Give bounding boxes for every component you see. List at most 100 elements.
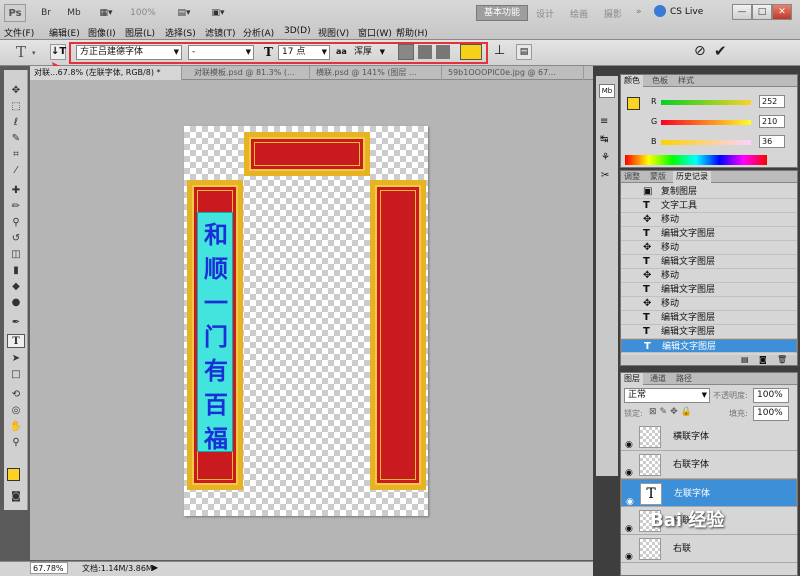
history-item[interactable]: ✥ 移动 bbox=[621, 269, 797, 283]
green-value-input[interactable]: 210 bbox=[759, 115, 785, 128]
foreground-color-swatch[interactable] bbox=[7, 468, 20, 481]
screen-mode-icon[interactable]: ▣▾ bbox=[206, 5, 230, 21]
close-button[interactable]: ✕ bbox=[772, 4, 792, 20]
character-panel-toggle-icon[interactable]: ▤ bbox=[516, 44, 532, 60]
blur-tool-icon[interactable]: ◆ bbox=[7, 280, 25, 294]
tab-adjustments[interactable]: 调整 bbox=[621, 171, 643, 183]
healing-brush-tool-icon[interactable]: ✚ bbox=[7, 184, 25, 198]
blue-slider[interactable] bbox=[661, 140, 751, 145]
history-brush-tool-icon[interactable]: ↺ bbox=[7, 232, 25, 246]
left-couplet-text-box[interactable]: 和 顺 一 门 有 百 福 bbox=[197, 212, 233, 453]
brush-tool-icon[interactable]: ✏ bbox=[7, 200, 25, 214]
character-icon[interactable]: ⚘ bbox=[601, 152, 610, 163]
hand-tool-icon[interactable]: ✋ bbox=[7, 420, 25, 434]
marquee-tool-icon[interactable]: ⬚ bbox=[7, 100, 25, 114]
history-item[interactable]: ✥ 移动 bbox=[621, 241, 797, 255]
lasso-tool-icon[interactable]: ℓ bbox=[7, 116, 25, 130]
eye-icon[interactable]: ◉ bbox=[625, 543, 633, 571]
tab-channels[interactable]: 通道 bbox=[647, 373, 669, 385]
warp-text-icon[interactable]: ⊥ bbox=[494, 43, 505, 58]
menu-help[interactable]: 帮助(H) bbox=[396, 26, 428, 39]
tab-history[interactable]: 历史记录 bbox=[673, 171, 711, 183]
blue-value-input[interactable]: 36 bbox=[759, 135, 785, 148]
green-slider[interactable] bbox=[661, 120, 751, 125]
tab-masks[interactable]: 蒙版 bbox=[647, 171, 669, 183]
opacity-input[interactable]: 100% bbox=[753, 388, 789, 403]
minimize-button[interactable]: — bbox=[732, 4, 752, 20]
horizontal-type-tool-icon[interactable]: T bbox=[7, 334, 25, 348]
history-item[interactable]: ✥ 移动 bbox=[621, 213, 797, 227]
workspace-essentials[interactable]: 基本功能 bbox=[476, 5, 528, 21]
blend-mode-select[interactable]: 正常 ▼ bbox=[624, 388, 710, 403]
menu-view[interactable]: 视图(V) bbox=[318, 26, 349, 39]
tab-jpg-document[interactable]: 59b1OOOPIC0e.jpg @ 67... bbox=[444, 66, 584, 80]
tab-layers[interactable]: 图层 bbox=[621, 373, 643, 385]
eyedropper-tool-icon[interactable]: ⁄ bbox=[7, 164, 25, 178]
zoom-tool-icon[interactable]: ⚲ bbox=[7, 436, 25, 450]
3d-orbit-tool-icon[interactable]: ◎ bbox=[7, 404, 25, 418]
quick-selection-tool-icon[interactable]: ✎ bbox=[7, 132, 25, 146]
new-document-from-state-icon[interactable]: ▤ bbox=[741, 355, 749, 364]
layer-row[interactable]: ◉ 横联字体 bbox=[621, 423, 797, 451]
history-item[interactable]: ✥ 移动 bbox=[621, 297, 797, 311]
quick-mask-icon[interactable]: ◙ bbox=[7, 490, 25, 504]
workspace-design[interactable]: 设计 bbox=[536, 7, 554, 20]
adjust-panel-icon[interactable]: ≡ bbox=[600, 116, 608, 127]
path-selection-tool-icon[interactable]: ➤ bbox=[7, 352, 25, 366]
right-couplet-layer[interactable] bbox=[370, 180, 426, 490]
menu-3d[interactable]: 3D(D) bbox=[284, 26, 311, 36]
zoom-level-select[interactable]: 100% bbox=[128, 5, 158, 21]
tab-horizontal-couplet[interactable]: 横联.psd @ 141% (图层 ... bbox=[312, 66, 442, 80]
red-value-input[interactable]: 252 bbox=[759, 95, 785, 108]
pen-tool-icon[interactable]: ✒ bbox=[7, 316, 25, 330]
move-tool-icon[interactable]: ✥ bbox=[7, 84, 25, 98]
workspace-photography[interactable]: 摄影 bbox=[604, 7, 622, 20]
tools-preset-icon[interactable]: ↹ bbox=[600, 134, 608, 145]
tab-swatches[interactable]: 色板 bbox=[649, 75, 671, 87]
layer-row-selected[interactable]: ◉ T 左联字体 bbox=[621, 479, 797, 507]
foreground-color-chip[interactable] bbox=[627, 97, 640, 110]
dodge-tool-icon[interactable]: ● bbox=[7, 296, 25, 310]
tab-couplet-template[interactable]: 对联模板.psd @ 81.3% (... bbox=[190, 66, 310, 80]
zoom-input[interactable]: 67.78% bbox=[30, 562, 68, 574]
history-item[interactable]: T 编辑文字图层 bbox=[621, 227, 797, 241]
cancel-edit-icon[interactable]: ⊘ bbox=[694, 43, 706, 59]
maximize-button[interactable]: □ bbox=[752, 4, 772, 20]
status-menu-icon[interactable]: ▶ bbox=[152, 563, 158, 572]
eraser-tool-icon[interactable]: ◫ bbox=[7, 248, 25, 262]
history-item[interactable]: T 编辑文字图层 bbox=[621, 283, 797, 297]
arrange-documents-icon[interactable]: ▤▾ bbox=[172, 5, 196, 21]
tab-styles[interactable]: 样式 bbox=[675, 75, 697, 87]
tab-color[interactable]: 颜色 bbox=[621, 75, 643, 87]
gradient-tool-icon[interactable]: ▮ bbox=[7, 264, 25, 278]
fill-input[interactable]: 100% bbox=[753, 406, 789, 421]
workspace-more-icon[interactable]: » bbox=[636, 7, 642, 17]
new-snapshot-icon[interactable]: ◙ bbox=[759, 355, 767, 364]
history-item[interactable]: T 文字工具 bbox=[621, 199, 797, 213]
color-spectrum-ramp[interactable] bbox=[625, 155, 767, 165]
commit-edit-icon[interactable]: ✔ bbox=[714, 42, 727, 60]
workspace-painting[interactable]: 绘画 bbox=[570, 7, 588, 20]
horizontal-couplet-layer[interactable] bbox=[244, 132, 370, 176]
tab-couplet-document[interactable]: 对联...67.8% (左联字体, RGB/8) * bbox=[30, 66, 182, 80]
menu-window[interactable]: 窗口(W) bbox=[358, 26, 392, 39]
history-item[interactable]: T 编辑文字图层 bbox=[621, 255, 797, 269]
clone-source-icon[interactable]: ✂ bbox=[601, 170, 609, 181]
trash-icon[interactable]: 🗑 bbox=[777, 355, 787, 364]
clone-stamp-tool-icon[interactable]: ⚲ bbox=[7, 216, 25, 230]
layer-row[interactable]: ◉ 右联 bbox=[621, 535, 797, 563]
menu-analysis[interactable]: 分析(A) bbox=[243, 26, 274, 39]
3d-rotate-tool-icon[interactable]: ⟲ bbox=[7, 388, 25, 402]
history-item[interactable]: ▣ 复制图层 bbox=[621, 185, 797, 199]
eye-icon[interactable]: ◉ bbox=[626, 488, 634, 506]
layer-row[interactable]: ◉ 右联字体 bbox=[621, 451, 797, 479]
menu-layer[interactable]: 图层(L) bbox=[125, 26, 155, 39]
lock-icons[interactable]: ⊠✎✥🔒 bbox=[649, 407, 695, 417]
red-slider[interactable] bbox=[661, 100, 751, 105]
cs-live-label[interactable]: CS Live bbox=[670, 7, 703, 17]
minibridge-panel-icon[interactable]: Mb bbox=[599, 84, 615, 98]
history-item[interactable]: T 编辑文字图层 bbox=[621, 311, 797, 325]
menu-select[interactable]: 选择(S) bbox=[165, 26, 196, 39]
history-item[interactable]: T 编辑文字图层 bbox=[621, 325, 797, 339]
tab-paths[interactable]: 路径 bbox=[673, 373, 695, 385]
